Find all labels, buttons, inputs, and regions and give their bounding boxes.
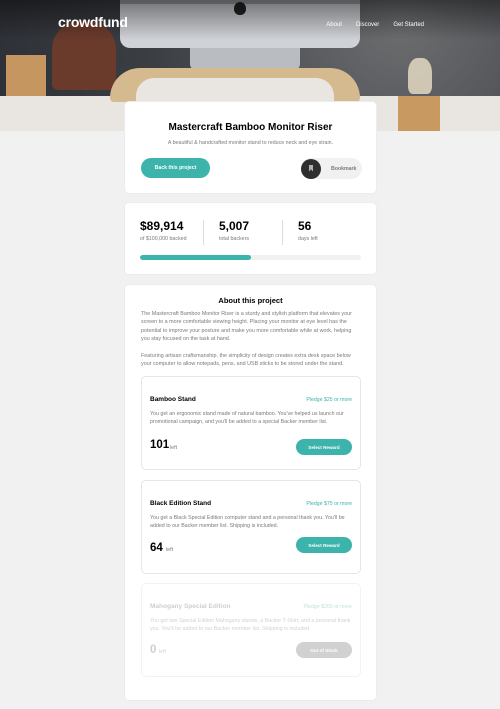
intro-card: Mastercraft Bamboo Monitor Riser A beaut… xyxy=(124,101,377,194)
divider xyxy=(203,220,204,245)
pledge-minimum: Pledge $200 or more xyxy=(303,604,352,610)
days-count: 56 xyxy=(298,219,312,233)
stat-backers: 5,007 total backers xyxy=(219,219,249,242)
pledge-description: You get two Special Edition Mahogany sta… xyxy=(150,618,351,633)
stats-card: $89,914 of $100,000 backed 5,007 total b… xyxy=(124,202,377,275)
progress-bar xyxy=(140,255,361,260)
divider xyxy=(282,220,283,245)
bookmark-icon xyxy=(301,158,321,179)
pledge-remaining-count: 0 xyxy=(150,644,157,656)
about-paragraph: Featuring artisan craftsmanship, the sim… xyxy=(141,353,351,368)
bamboo-riser xyxy=(110,68,360,102)
pledge-remaining-label: left xyxy=(170,445,178,451)
select-reward-button[interactable]: Select Reward xyxy=(296,537,352,553)
backed-label: of $100,000 backed xyxy=(140,236,187,242)
nav-link-about[interactable]: About xyxy=(326,22,342,28)
pledge-card-mahogany: Mahogany Special Edition Pledge $200 or … xyxy=(141,583,361,677)
logo[interactable]: crowdfund xyxy=(58,14,128,30)
pledge-minimum: Pledge $75 or more xyxy=(306,501,352,507)
about-paragraph: The Mastercraft Bamboo Monitor Riser is … xyxy=(141,311,352,343)
pledge-remaining-count: 64 xyxy=(150,542,163,554)
pledge-description: You get an ergonomic stand made of natur… xyxy=(150,411,344,426)
pledge-card-bamboo: Bamboo Stand Pledge $25 or more You get … xyxy=(141,376,361,470)
progress-fill xyxy=(140,255,251,260)
pledge-minimum: Pledge $25 or more xyxy=(306,397,352,403)
pledge-remaining-label: left xyxy=(159,649,167,655)
select-reward-button[interactable]: Select Reward xyxy=(296,439,352,455)
pledge-title: Bamboo Stand xyxy=(150,396,196,403)
bookmark-button[interactable]: Bookmark xyxy=(301,158,362,179)
about-card: About this project The Mastercraft Bambo… xyxy=(124,284,377,701)
pledge-remaining-label: left xyxy=(166,547,174,553)
days-label: days left xyxy=(298,236,318,242)
project-description: A beautiful & handcrafted monitor stand … xyxy=(167,140,334,146)
about-title: About this project xyxy=(218,296,283,305)
stat-days: 56 days left xyxy=(298,219,318,242)
backers-label: total backers xyxy=(219,236,250,242)
backers-count: 5,007 xyxy=(219,219,250,233)
main-nav: About Discover Get Started xyxy=(326,22,424,28)
back-project-button[interactable]: Back this project xyxy=(141,158,210,178)
bookmark-label: Bookmark xyxy=(331,165,357,172)
pledge-card-black-edition: Black Edition Stand Pledge $75 or more Y… xyxy=(141,480,361,574)
backed-amount: $89,914 xyxy=(140,219,184,233)
stat-backed: $89,914 of $100,000 backed xyxy=(140,219,187,242)
pledge-description: You get a Black Special Edition computer… xyxy=(150,515,345,530)
pledge-remaining-count: 101 xyxy=(150,439,170,451)
pledge-title: Black Edition Stand xyxy=(150,500,212,507)
out-of-stock-button: Out of Stock xyxy=(296,642,352,658)
lamp-base xyxy=(398,96,440,131)
nav-link-discover[interactable]: Discover xyxy=(356,22,379,28)
monitor-stand xyxy=(190,48,300,70)
light-bulb xyxy=(408,58,432,94)
project-title: Mastercraft Bamboo Monitor Riser xyxy=(168,122,333,133)
pen-cup xyxy=(6,55,46,97)
nav-link-get-started[interactable]: Get Started xyxy=(393,22,424,28)
pledge-title: Mahogany Special Edition xyxy=(150,603,231,610)
